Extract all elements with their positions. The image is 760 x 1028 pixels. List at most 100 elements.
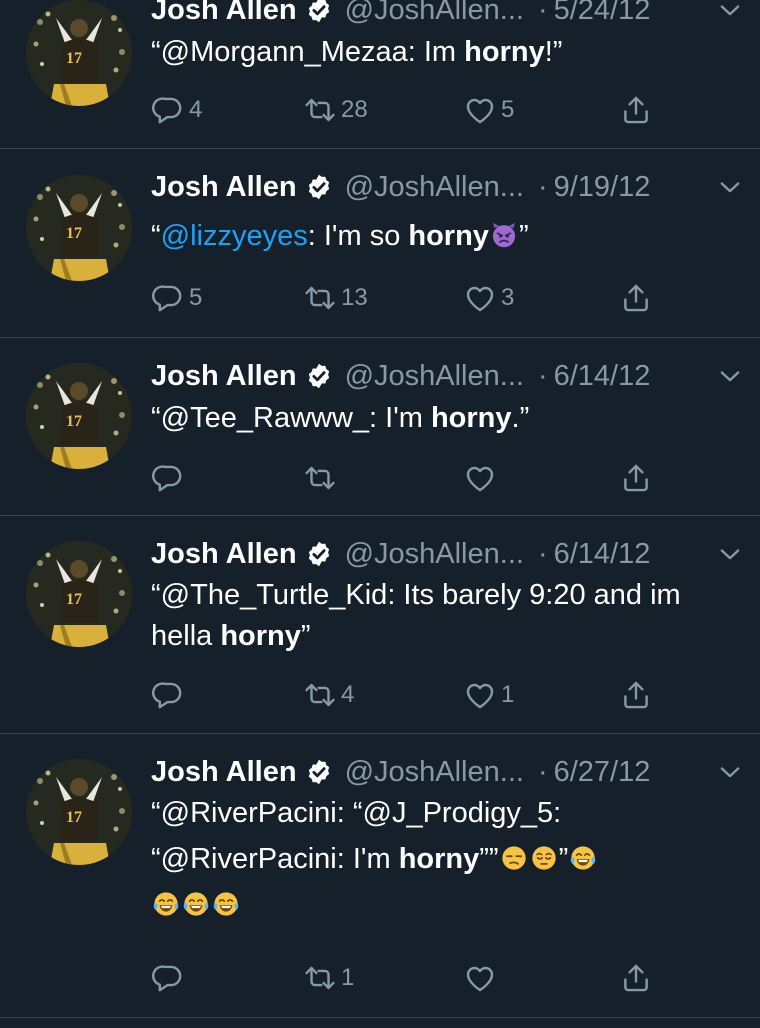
retweet-button[interactable]: 1 bbox=[303, 958, 354, 998]
tweet-header: Josh Allen @JoshAllen... · 9/19/12 bbox=[151, 167, 744, 207]
share-button[interactable] bbox=[619, 90, 653, 130]
chevron-down-icon[interactable] bbox=[716, 362, 744, 390]
avatar[interactable] bbox=[26, 0, 132, 106]
avatar[interactable] bbox=[26, 363, 132, 469]
display-name[interactable]: Josh Allen bbox=[151, 171, 297, 204]
share-icon bbox=[619, 93, 653, 127]
handle[interactable]: @JoshAllen... bbox=[345, 0, 524, 27]
verified-badge-icon bbox=[305, 0, 333, 24]
action-bar bbox=[151, 458, 760, 498]
display-name[interactable]: Josh Allen bbox=[151, 756, 297, 789]
timestamp[interactable]: 6/14/12 bbox=[554, 360, 651, 393]
share-button[interactable] bbox=[619, 958, 653, 998]
retweet-count: 28 bbox=[341, 96, 368, 123]
search-highlight: horny bbox=[408, 220, 489, 252]
tweet-text: “@RiverPacini: “@J_Prodigy_5: “@RiverPac… bbox=[151, 793, 736, 926]
text-line: “@RiverPacini: “@J_Prodigy_5: bbox=[151, 797, 562, 829]
retweet-button[interactable] bbox=[303, 458, 341, 498]
retweet-icon bbox=[303, 961, 337, 995]
verified-badge-icon bbox=[305, 173, 333, 201]
mention-link[interactable]: @lizzyeyes bbox=[161, 220, 308, 252]
display-name[interactable]: Josh Allen bbox=[151, 360, 297, 393]
tweet[interactable]: Josh Allen @JoshAllen... · 6/14/12 “@Tee… bbox=[0, 338, 760, 516]
tweet-header: Josh Allen @JoshAllen... · 6/14/12 bbox=[151, 534, 744, 574]
action-bar: 5 13 3 bbox=[151, 278, 760, 318]
avatar[interactable] bbox=[26, 175, 132, 281]
search-highlight: horny bbox=[398, 843, 480, 875]
timestamp[interactable]: 9/19/12 bbox=[554, 171, 651, 204]
reply-button[interactable] bbox=[151, 958, 189, 998]
timestamp[interactable]: 5/24/12 bbox=[554, 0, 651, 27]
retweet-count: 1 bbox=[341, 964, 355, 991]
reply-count: 5 bbox=[189, 284, 203, 311]
text-fragment: ” bbox=[518, 220, 529, 252]
separator-dot: · bbox=[537, 537, 548, 570]
separator-dot: · bbox=[537, 0, 548, 26]
reply-button[interactable] bbox=[151, 675, 189, 715]
tweet[interactable]: Josh Allen @JoshAllen... · 6/27/12 “@Riv… bbox=[0, 734, 760, 1018]
share-button[interactable] bbox=[619, 278, 653, 318]
display-name[interactable]: Josh Allen bbox=[151, 0, 297, 27]
avatar-image bbox=[26, 541, 132, 647]
tweet[interactable]: Josh Allen @JoshAllen... · 9/19/12 “@liz… bbox=[0, 149, 760, 338]
retweet-icon bbox=[303, 678, 337, 712]
text-fragment: : Im bbox=[407, 36, 465, 68]
reply-button[interactable]: 4 bbox=[151, 90, 202, 130]
pensive-face-emoji bbox=[530, 844, 558, 872]
handle[interactable]: @JoshAllen... bbox=[345, 360, 524, 393]
tweet-text: “@Morgann_Mezaa: Im horny!” bbox=[151, 32, 736, 73]
share-icon bbox=[619, 961, 653, 995]
text-fragment: ”” bbox=[479, 843, 499, 875]
like-button[interactable]: 5 bbox=[463, 90, 514, 130]
tweet[interactable]: Josh Allen @JoshAllen... · 5/24/12 “@Mor… bbox=[0, 0, 760, 149]
timestamp[interactable]: 6/27/12 bbox=[554, 756, 651, 789]
tweet-header: Josh Allen @JoshAllen... · 5/24/12 bbox=[151, 0, 744, 30]
reply-icon bbox=[151, 678, 185, 712]
text-fragment: : I'm so bbox=[307, 220, 409, 252]
separator-dot: · bbox=[537, 359, 548, 392]
retweet-button[interactable]: 4 bbox=[303, 675, 354, 715]
chevron-down-icon[interactable] bbox=[716, 0, 744, 24]
avatar[interactable] bbox=[26, 759, 132, 865]
chevron-down-icon[interactable] bbox=[716, 173, 744, 201]
avatar[interactable] bbox=[26, 541, 132, 647]
retweet-button[interactable]: 28 bbox=[303, 90, 368, 130]
quote-open: “ bbox=[151, 36, 161, 68]
reply-icon bbox=[151, 961, 185, 995]
angry-devil-emoji bbox=[490, 221, 518, 249]
like-button[interactable] bbox=[463, 458, 501, 498]
retweet-icon bbox=[303, 281, 337, 315]
text-fragment: : I'm bbox=[369, 402, 431, 434]
action-bar: 1 bbox=[151, 958, 760, 998]
share-icon bbox=[619, 281, 653, 315]
search-highlight: horny bbox=[220, 620, 301, 652]
retweet-icon bbox=[303, 461, 337, 495]
reply-button[interactable]: 5 bbox=[151, 278, 202, 318]
handle[interactable]: @JoshAllen... bbox=[345, 756, 524, 789]
action-bar: 4 1 bbox=[151, 675, 760, 715]
mention-text: @Morgann_Mezaa bbox=[160, 36, 408, 68]
like-button[interactable] bbox=[463, 958, 501, 998]
reply-button[interactable] bbox=[151, 458, 189, 498]
tweet-text: “@Tee_Rawww_: I'm horny.” bbox=[151, 398, 736, 439]
handle[interactable]: @JoshAllen... bbox=[345, 538, 524, 571]
timestamp[interactable]: 6/14/12 bbox=[554, 538, 651, 571]
like-button[interactable]: 1 bbox=[463, 675, 514, 715]
share-button[interactable] bbox=[619, 458, 653, 498]
tweet[interactable]: Josh Allen @JoshAllen... · 6/14/12 “@The… bbox=[0, 516, 760, 734]
separator-dot: · bbox=[537, 170, 548, 203]
retweet-button[interactable]: 13 bbox=[303, 278, 368, 318]
like-button[interactable]: 3 bbox=[463, 278, 514, 318]
retweet-icon bbox=[303, 93, 337, 127]
handle[interactable]: @JoshAllen... bbox=[345, 171, 524, 204]
quote-open: “ bbox=[151, 220, 161, 252]
chevron-down-icon[interactable] bbox=[716, 540, 744, 568]
share-button[interactable] bbox=[619, 675, 653, 715]
reply-icon bbox=[151, 461, 185, 495]
retweet-count: 4 bbox=[341, 681, 355, 708]
display-name[interactable]: Josh Allen bbox=[151, 538, 297, 571]
chevron-down-icon[interactable] bbox=[716, 758, 744, 786]
tweet-header: Josh Allen @JoshAllen... · 6/14/12 bbox=[151, 356, 744, 396]
quote-open: “ bbox=[151, 402, 161, 434]
text-fragment: ” bbox=[558, 843, 569, 875]
